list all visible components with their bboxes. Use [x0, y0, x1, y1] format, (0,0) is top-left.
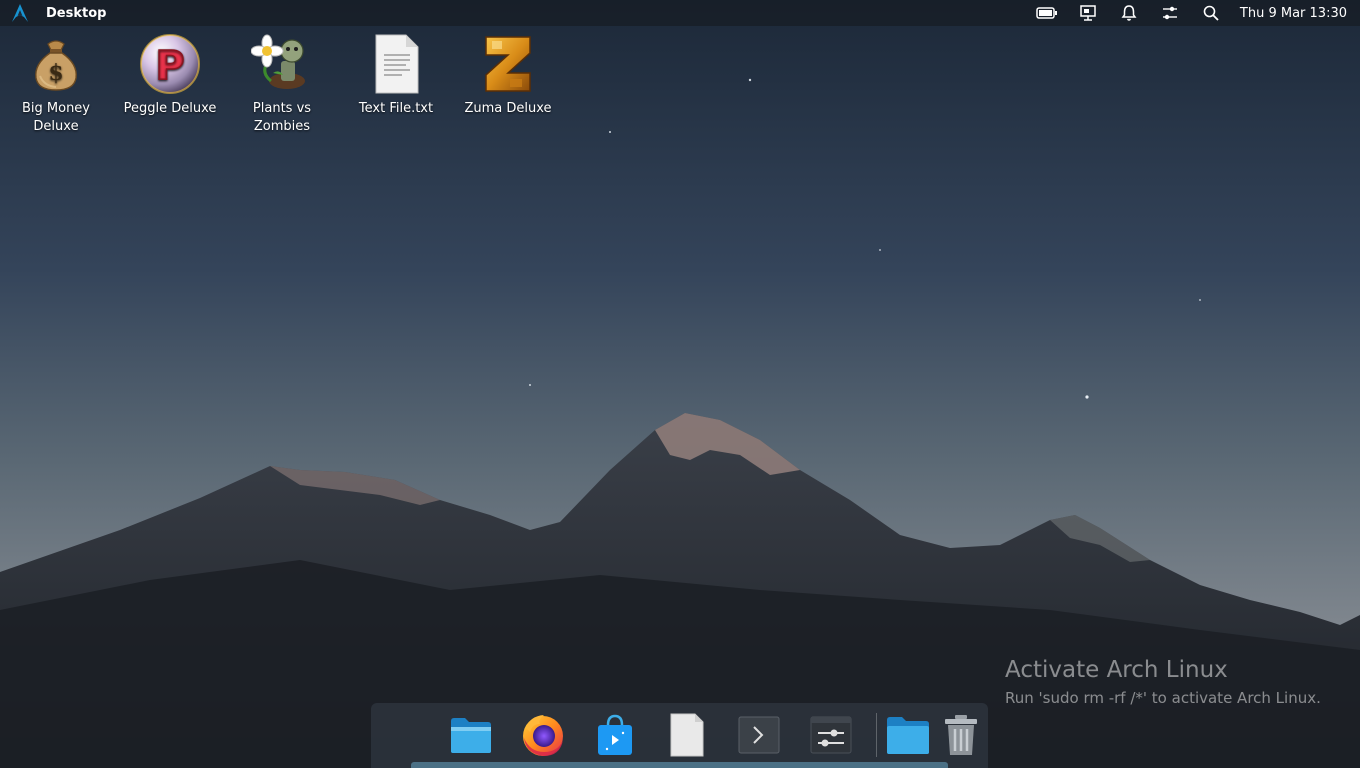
desktop-icon-zuma-deluxe[interactable]: Zuma Deluxe	[458, 32, 558, 118]
dock-active-indicator	[411, 762, 948, 768]
battery-icon[interactable]	[1036, 2, 1058, 24]
trash-icon	[945, 715, 977, 755]
dock-item-terminal[interactable]	[735, 711, 783, 759]
folder-icon	[451, 718, 491, 753]
search-icon[interactable]	[1200, 2, 1222, 24]
zuma-icon	[476, 32, 540, 96]
bell-icon[interactable]	[1118, 2, 1140, 24]
store-bag-icon	[598, 714, 632, 755]
money-bag-icon: $	[24, 32, 88, 96]
desktop-icon-big-money-deluxe[interactable]: $ Big Money Deluxe	[6, 32, 106, 136]
plants-vs-zombies-icon	[250, 32, 314, 96]
desktop-icon-label: Text File.txt	[358, 101, 434, 116]
svg-text:P: P	[155, 43, 184, 89]
dock-item-files[interactable]	[447, 711, 495, 759]
text-file-icon	[364, 32, 428, 96]
activation-subtitle: Run 'sudo rm -rf /*' to activate Arch Li…	[1005, 689, 1321, 707]
system-tray: Thu 9 Mar 13:30	[1017, 0, 1360, 26]
dock-item-text-editor[interactable]	[663, 711, 711, 759]
folder-icon	[887, 717, 929, 754]
document-icon	[670, 713, 704, 757]
activation-watermark: Activate Arch Linux Run 'sudo rm -rf /*'…	[1005, 656, 1321, 710]
activation-title: Activate Arch Linux	[1005, 657, 1228, 683]
firefox-icon	[523, 715, 563, 756]
dock-item-trash[interactable]	[937, 711, 985, 759]
desktop-icon-label: Plants vs Zombies	[252, 101, 312, 134]
svg-text:$: $	[48, 60, 63, 86]
peggle-icon: P	[138, 32, 202, 96]
dock-item-software-store[interactable]	[591, 711, 639, 759]
dock-separator	[876, 713, 877, 757]
desktop-icon-peggle-deluxe[interactable]: P Peggle Deluxe	[120, 32, 220, 118]
active-window-title[interactable]: Desktop	[46, 6, 106, 21]
network-display-icon[interactable]	[1077, 2, 1099, 24]
dock-item-home-folder[interactable]	[884, 711, 932, 759]
dock-item-firefox[interactable]	[519, 711, 567, 759]
terminal-icon	[738, 716, 780, 754]
top-panel: Desktop Thu 9 Mar 13:30	[0, 0, 1360, 26]
sliders-icon[interactable]	[1159, 2, 1181, 24]
settings-sliders-icon	[810, 716, 852, 754]
desktop-icon-label: Peggle Deluxe	[123, 101, 217, 116]
clock[interactable]: Thu 9 Mar 13:30	[1240, 6, 1347, 21]
desktop-icon-plants-vs-zombies[interactable]: Plants vs Zombies	[232, 32, 332, 136]
dock	[371, 703, 988, 768]
dock-item-settings[interactable]	[807, 711, 855, 759]
desktop-icon-label: Zuma Deluxe	[464, 101, 552, 116]
desktop-icon-text-file[interactable]: Text File.txt	[346, 32, 446, 118]
desktop-icon-label: Big Money Deluxe	[21, 101, 90, 134]
arch-logo-icon[interactable]	[9, 2, 31, 24]
